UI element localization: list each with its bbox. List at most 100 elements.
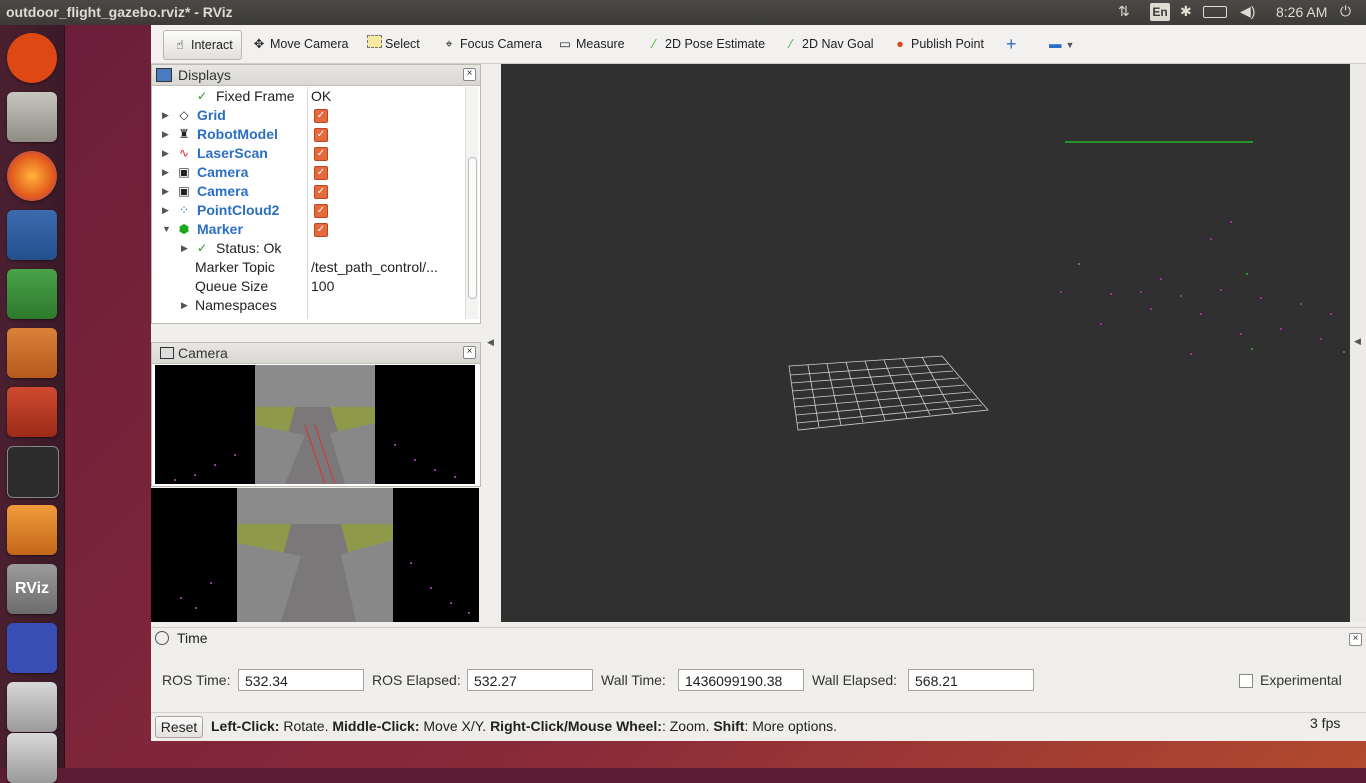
hand-icon: ☝ bbox=[176, 38, 184, 52]
pose-estimate-label: 2D Pose Estimate bbox=[665, 37, 766, 51]
experimental-checkbox[interactable] bbox=[1239, 674, 1253, 688]
gazebo-icon[interactable] bbox=[7, 505, 57, 555]
interact-tool-button[interactable]: ☝ Interact bbox=[163, 30, 242, 60]
clock[interactable]: 8:26 AM bbox=[1276, 4, 1327, 20]
firefox-icon[interactable] bbox=[7, 151, 57, 201]
collapse-arrow-icon[interactable]: ▼ bbox=[162, 220, 171, 239]
battery-icon[interactable] bbox=[1203, 6, 1227, 18]
check-icon: ✓ bbox=[196, 89, 208, 103]
hint-left-action: Rotate. bbox=[283, 718, 329, 734]
displays-scrollbar[interactable] bbox=[465, 87, 478, 319]
expand-arrow-icon[interactable]: ▶ bbox=[181, 239, 188, 258]
hint-shift-action: : More options. bbox=[744, 718, 838, 734]
terminal-icon[interactable] bbox=[7, 446, 59, 498]
enable-checkbox[interactable]: ✓ bbox=[314, 204, 328, 218]
drive-icon[interactable] bbox=[7, 682, 57, 732]
queue-size-value[interactable]: 100 bbox=[311, 277, 459, 296]
display-item-marker[interactable]: ▼ ⬢ Marker ✓ bbox=[152, 220, 462, 239]
enable-checkbox[interactable]: ✓ bbox=[314, 166, 328, 180]
close-icon[interactable]: × bbox=[463, 346, 476, 359]
hint-left-click: Left-Click: bbox=[211, 718, 280, 734]
display-item-pointcloud2[interactable]: ▶ ⁘ PointCloud2 ✓ bbox=[152, 201, 462, 220]
nav-goal-tool-button[interactable]: ⁄ 2D Nav Goal bbox=[783, 34, 874, 54]
trash-icon[interactable] bbox=[7, 733, 57, 783]
camera-image[interactable] bbox=[155, 365, 475, 484]
expand-arrow-icon[interactable]: ▶ bbox=[162, 163, 169, 182]
enable-checkbox[interactable]: ✓ bbox=[314, 147, 328, 161]
files-icon[interactable] bbox=[7, 92, 57, 142]
display-item-robotmodel[interactable]: ▶ ♜ RobotModel ✓ bbox=[152, 125, 462, 144]
fixed-frame-value: OK bbox=[311, 88, 332, 104]
marker-status-row[interactable]: ▶ ✓ Status: Ok bbox=[152, 239, 462, 258]
marker-cube-icon: ⬢ bbox=[178, 222, 190, 236]
expand-arrow-icon[interactable]: ▶ bbox=[162, 125, 169, 144]
close-icon[interactable]: × bbox=[1349, 633, 1362, 646]
namespaces-label: Namespaces bbox=[195, 297, 277, 313]
reset-button[interactable]: Reset bbox=[155, 716, 203, 738]
expand-arrow-icon[interactable]: ▶ bbox=[162, 182, 169, 201]
expand-arrow-icon[interactable]: ▶ bbox=[181, 296, 188, 315]
green-arrow-icon: ⁄ bbox=[789, 37, 793, 51]
add-tool-plus-icon[interactable]: + bbox=[1006, 34, 1017, 54]
display-item-camera[interactable]: ▶ ▣ Camera ✓ bbox=[152, 163, 462, 182]
camera-icon bbox=[160, 347, 174, 359]
publish-point-tool-button[interactable]: ● Publish Point bbox=[892, 34, 984, 54]
monitor-icon bbox=[156, 68, 172, 82]
pointcloud-icon: ⁘ bbox=[178, 203, 190, 217]
expand-arrow-icon[interactable]: ▶ bbox=[162, 106, 169, 125]
pose-estimate-tool-button[interactable]: ⁄ 2D Pose Estimate bbox=[646, 34, 765, 54]
ros-time-field[interactable]: 532.34 bbox=[238, 669, 364, 691]
move-camera-tool-button[interactable]: ✥ Move Camera bbox=[251, 34, 349, 54]
hint-right-action: : Zoom. bbox=[661, 718, 710, 734]
collapse-left-arrow-icon[interactable]: ◀ bbox=[487, 337, 494, 348]
workspace-switcher-icon[interactable] bbox=[7, 623, 57, 673]
collapse-left-arrow-icon[interactable]: ◀ bbox=[1354, 336, 1361, 347]
3d-render-view[interactable] bbox=[501, 64, 1350, 622]
ros-elapsed-label: ROS Elapsed: bbox=[372, 672, 461, 688]
display-item-camera[interactable]: ▶ ▣ Camera ✓ bbox=[152, 182, 462, 201]
network-icon[interactable]: ⇅ bbox=[1118, 3, 1130, 20]
status-label: Status: Ok bbox=[216, 240, 282, 256]
marker-topic-row[interactable]: Marker Topic /test_path_control/... bbox=[152, 258, 462, 277]
enable-checkbox[interactable]: ✓ bbox=[314, 185, 328, 199]
fixed-frame-row[interactable]: ✓ Fixed Frame OK bbox=[152, 87, 462, 106]
rviz-icon[interactable]: RViz bbox=[7, 564, 57, 614]
keyboard-indicator[interactable]: En bbox=[1150, 3, 1170, 21]
focus-camera-tool-button[interactable]: ⌖ Focus Camera bbox=[441, 34, 542, 54]
select-tool-button[interactable]: Select bbox=[367, 34, 420, 54]
ubuntu-dash-icon[interactable] bbox=[7, 33, 57, 83]
expand-arrow-icon[interactable]: ▶ bbox=[162, 144, 169, 163]
settings-icon[interactable] bbox=[7, 387, 57, 437]
camera-image-2[interactable] bbox=[151, 488, 479, 622]
volume-icon[interactable]: ◀) bbox=[1240, 3, 1255, 20]
calc-icon[interactable] bbox=[7, 269, 57, 319]
wall-time-field[interactable]: 1436099190.38 bbox=[678, 669, 804, 691]
close-icon[interactable]: × bbox=[463, 68, 476, 81]
namespaces-row[interactable]: ▶ Namespaces bbox=[152, 296, 462, 315]
bluetooth-icon[interactable]: ✱ bbox=[1180, 3, 1192, 20]
marker-topic-value[interactable]: /test_path_control/... bbox=[311, 258, 459, 277]
enable-checkbox[interactable]: ✓ bbox=[314, 128, 328, 142]
impress-icon[interactable] bbox=[7, 328, 57, 378]
right-collapse-handle[interactable]: ◀ bbox=[1350, 64, 1366, 622]
display-item-laserscan[interactable]: ▶ ∿ LaserScan ✓ bbox=[152, 144, 462, 163]
display-label: RobotModel bbox=[197, 126, 278, 142]
enable-checkbox[interactable]: ✓ bbox=[314, 109, 328, 123]
ros-elapsed-field[interactable]: 532.27 bbox=[467, 669, 593, 691]
expand-arrow-icon[interactable]: ▶ bbox=[162, 201, 169, 220]
remove-tool-minus-icon[interactable]: ▬ ▼ bbox=[1049, 34, 1074, 54]
queue-size-row[interactable]: Queue Size 100 bbox=[152, 277, 462, 296]
measure-tool-button[interactable]: ▭ Measure bbox=[557, 34, 625, 54]
ruler-icon: ▭ bbox=[559, 37, 571, 51]
display-item-grid[interactable]: ▶ ◇ Grid ✓ bbox=[152, 106, 462, 125]
queue-size-label: Queue Size bbox=[195, 278, 269, 294]
focus-camera-label: Focus Camera bbox=[460, 37, 542, 51]
green-arrow-icon: ⁄ bbox=[652, 37, 656, 51]
writer-icon[interactable] bbox=[7, 210, 57, 260]
power-icon[interactable]: ⏻ bbox=[1340, 3, 1351, 20]
wall-elapsed-field[interactable]: 568.21 bbox=[908, 669, 1034, 691]
enable-checkbox[interactable]: ✓ bbox=[314, 223, 328, 237]
wall-elapsed-label: Wall Elapsed: bbox=[812, 672, 898, 688]
scrollbar-thumb[interactable] bbox=[468, 157, 477, 299]
display-label: PointCloud2 bbox=[197, 202, 280, 218]
